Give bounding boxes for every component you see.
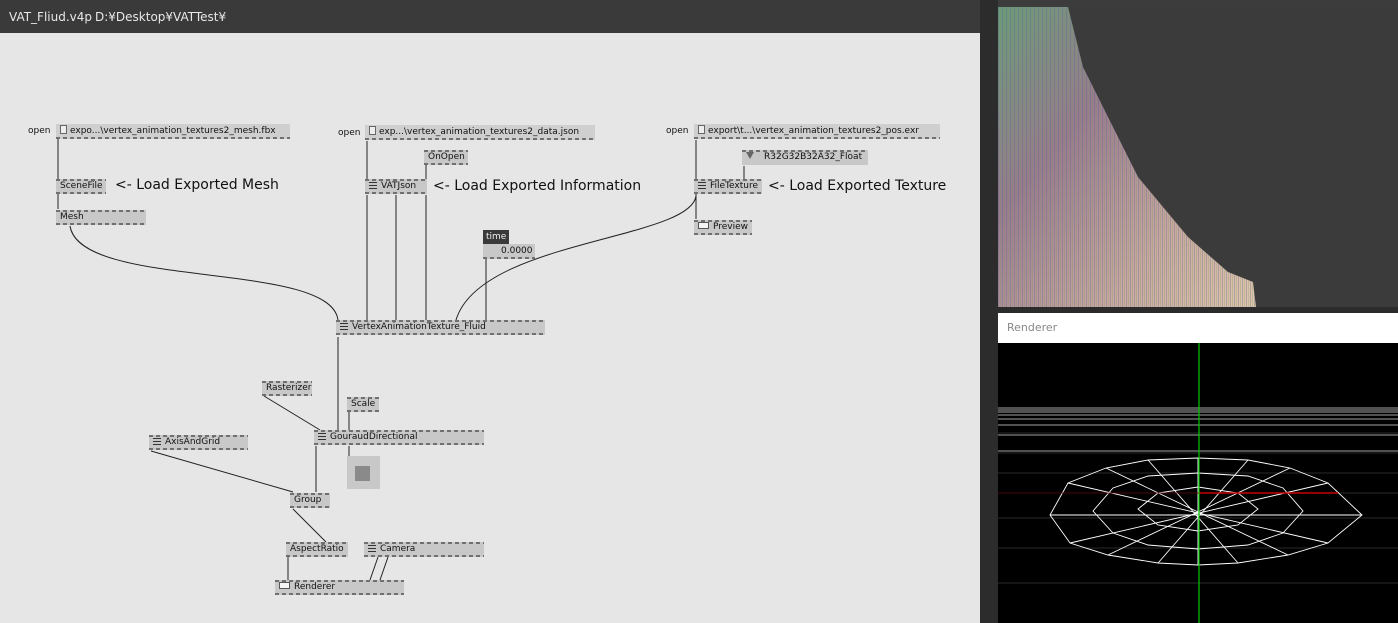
- texture-preview-canvas: [998, 7, 1398, 307]
- mesh-file-ioBox[interactable]: expo...\vertex_animation_textures2_mesh.…: [56, 124, 290, 139]
- patch-wires: [57, 139, 745, 581]
- scale-label: Scale: [351, 399, 376, 409]
- onopen-label: OnOpen: [428, 152, 465, 162]
- menu-icon: [318, 433, 326, 440]
- rasterizer-label: Rasterizer: [266, 383, 312, 393]
- gouraud-label: GouraudDirectional: [330, 432, 418, 442]
- color-io-box[interactable]: [347, 456, 380, 489]
- menu-icon: [368, 545, 376, 552]
- color-swatch: [355, 466, 370, 481]
- file-icon: [369, 126, 376, 135]
- open-json-label: open: [338, 128, 361, 138]
- file-icon: [698, 125, 705, 134]
- renderer-title: Renderer: [1007, 321, 1058, 334]
- preview-label: Preview: [713, 222, 749, 232]
- vat-fluid-label: VertexAnimationTexture_Fluid: [352, 322, 486, 332]
- texture-preview-window: [998, 0, 1398, 307]
- scenefile-label: SceneFile: [60, 181, 103, 191]
- open-mesh-label: open: [28, 126, 51, 136]
- json-file-path: exp...\vertex_animation_textures2_data.j…: [379, 127, 580, 137]
- vatjson-node[interactable]: VATJson: [365, 179, 427, 194]
- file-icon: [60, 125, 67, 134]
- filetexture-node[interactable]: FileTexture: [694, 179, 762, 194]
- filetexture-label: FileTexture: [710, 181, 759, 191]
- format-enum-node[interactable]: R32G32B32A32_Float: [742, 150, 868, 165]
- renderer-label: Renderer: [294, 582, 336, 592]
- scale-node[interactable]: Scale: [347, 397, 379, 412]
- renderer-scene: [998, 343, 1398, 623]
- annotation-load-information: <- Load Exported Information: [433, 178, 642, 194]
- aspectratio-label: AspectRatio: [290, 544, 344, 554]
- time-value: 0.0000: [501, 246, 533, 256]
- group-node[interactable]: Group: [290, 493, 330, 508]
- preview-node[interactable]: Preview: [694, 220, 752, 235]
- camera-label: Camera: [380, 544, 416, 554]
- menu-icon: [698, 182, 706, 189]
- annotation-load-mesh: <- Load Exported Mesh: [115, 177, 279, 193]
- renderer-viewport[interactable]: [998, 343, 1398, 623]
- mesh-file-path: expo...\vertex_animation_textures2_mesh.…: [70, 126, 276, 136]
- axisandgrid-node[interactable]: AxisAndGrid: [149, 435, 248, 450]
- onopen-node[interactable]: OnOpen: [424, 150, 468, 165]
- axisandgrid-label: AxisAndGrid: [165, 437, 221, 447]
- camera-node[interactable]: Camera: [364, 542, 484, 557]
- dropdown-triangle-icon: [746, 152, 754, 159]
- window-gap: [980, 0, 998, 623]
- format-label: R32G32B32A32_Float: [764, 152, 863, 162]
- json-file-ioBox[interactable]: exp...\vertex_animation_textures2_data.j…: [365, 125, 595, 140]
- mesh-node[interactable]: Mesh: [56, 210, 146, 225]
- window-icon: [698, 222, 709, 229]
- renderer-window-title: Renderer: [998, 313, 1398, 343]
- menu-icon: [369, 182, 377, 189]
- gouraud-directional-node[interactable]: GouraudDirectional: [314, 430, 484, 445]
- vat-fluid-node[interactable]: VertexAnimationTexture_Fluid: [336, 320, 545, 335]
- time-value-box[interactable]: 0.0000: [483, 244, 535, 259]
- aspectratio-node[interactable]: AspectRatio: [286, 542, 348, 557]
- menu-icon: [340, 323, 348, 330]
- scenefile-node[interactable]: SceneFile: [56, 179, 106, 194]
- window-icon: [279, 582, 290, 589]
- texture-file-path: export\t...\vertex_animation_textures2_p…: [708, 126, 919, 136]
- rasterizer-node[interactable]: Rasterizer: [262, 381, 312, 396]
- open-texture-label: open: [666, 126, 689, 136]
- time-label: time: [483, 230, 509, 244]
- vatjson-label: VATJson: [381, 181, 417, 191]
- group-label: Group: [294, 495, 322, 505]
- annotation-load-texture: <- Load Exported Texture: [768, 178, 947, 194]
- texture-file-ioBox[interactable]: export\t...\vertex_animation_textures2_p…: [694, 124, 940, 139]
- mesh-label: Mesh: [60, 212, 84, 222]
- menu-icon: [153, 438, 161, 445]
- vat-texture-image: [998, 7, 1256, 307]
- renderer-node[interactable]: Renderer: [275, 580, 404, 595]
